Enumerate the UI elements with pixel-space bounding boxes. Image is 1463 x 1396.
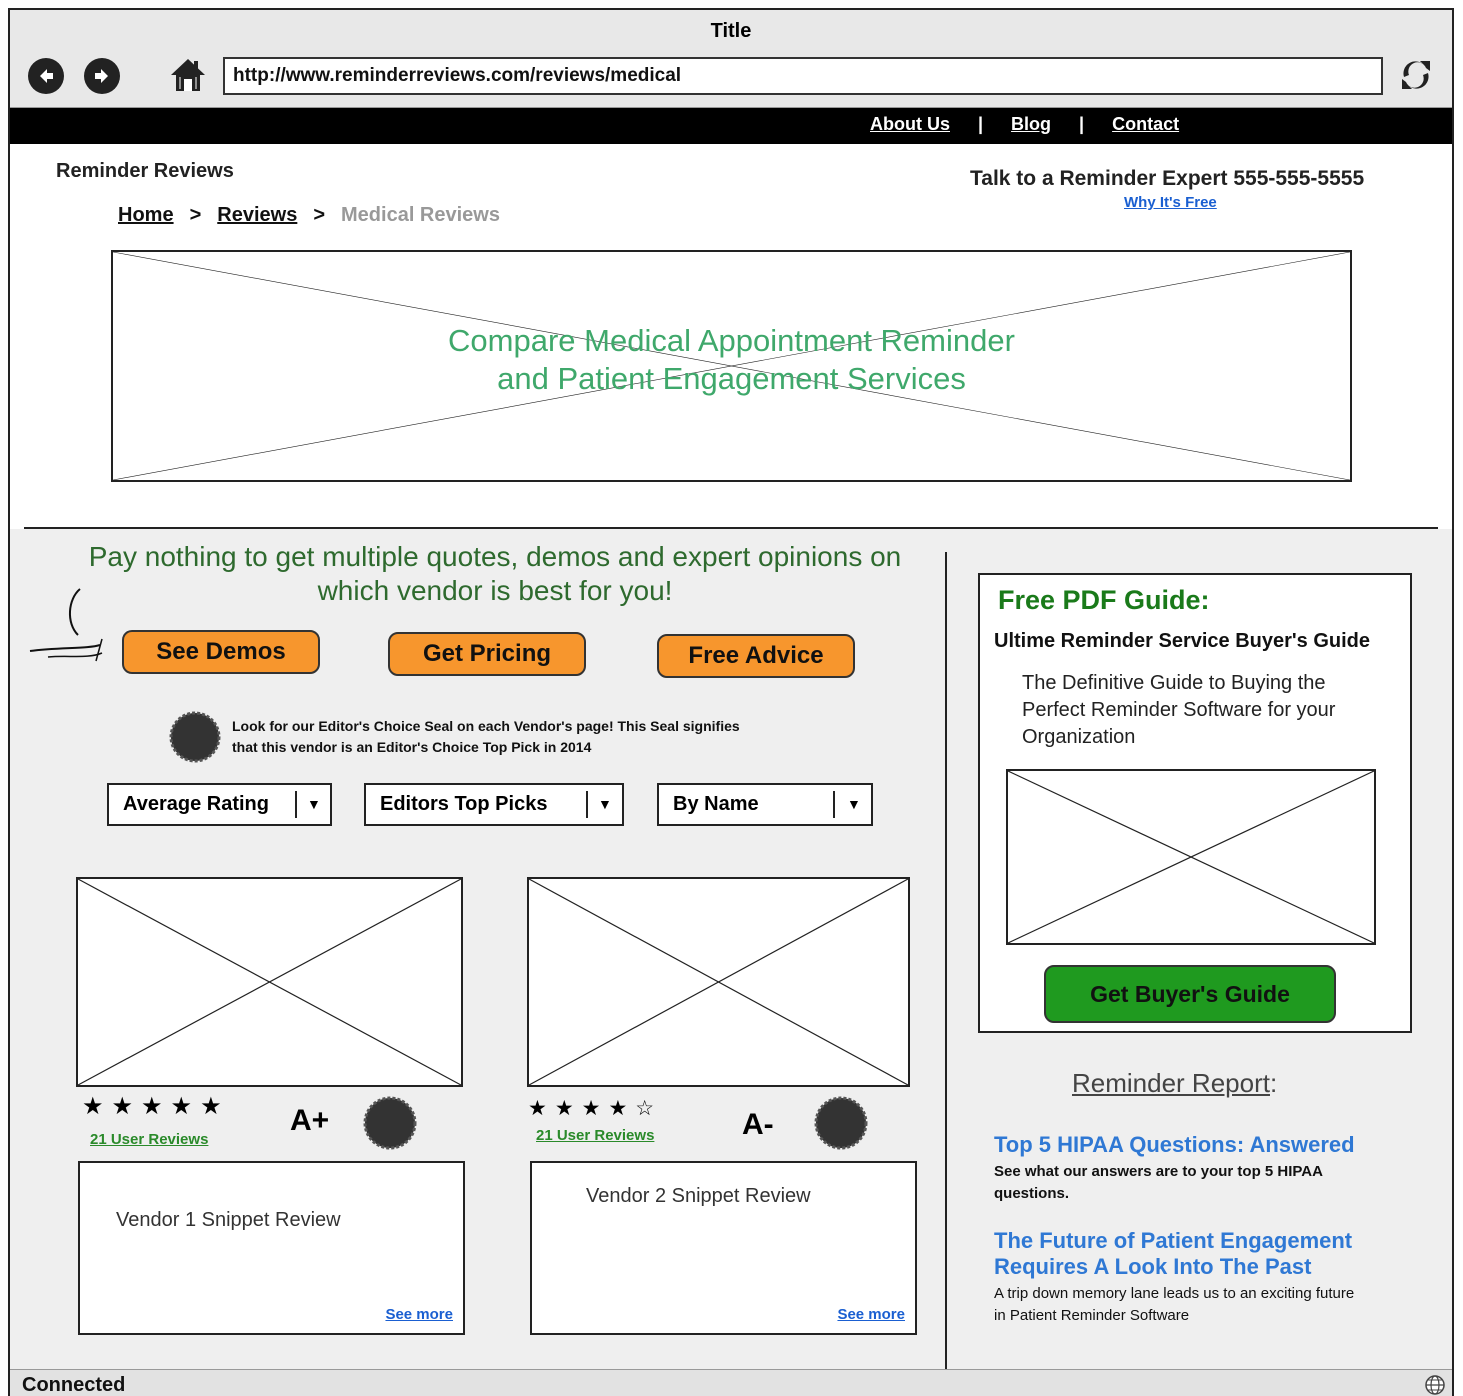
- dropdown-arrow-icon[interactable]: ▼: [307, 785, 321, 824]
- breadcrumb-reviews[interactable]: Reviews: [217, 204, 297, 227]
- select-divider: [295, 791, 297, 818]
- breadcrumb: Home > Reviews > Medical Reviews: [118, 204, 500, 227]
- vendor-1-grade: A+: [290, 1104, 330, 1137]
- image-placeholder-icon: [78, 879, 461, 1085]
- status-bar: Connected: [10, 1369, 1452, 1396]
- vendor-2-image[interactable]: [527, 877, 910, 1087]
- get-pricing-button[interactable]: Get Pricing: [388, 632, 586, 676]
- breadcrumb-separator: >: [313, 204, 326, 226]
- back-arrow-icon[interactable]: [28, 58, 64, 94]
- vendor-1-star-rating: ★★★★★: [82, 1093, 230, 1120]
- guide-description-line: Organization: [1022, 726, 1136, 748]
- select-divider: [586, 791, 588, 818]
- hero-heading: Compare Medical Appointment Reminder and…: [113, 322, 1350, 398]
- seal-note-line: that this vendor is an Editor's Choice T…: [232, 739, 592, 755]
- vendor-2-see-more-link[interactable]: See more: [837, 1306, 905, 1323]
- seal-icon: [169, 711, 221, 763]
- refresh-icon[interactable]: [1396, 55, 1436, 95]
- select-divider: [833, 791, 835, 818]
- see-demos-button[interactable]: See Demos: [122, 630, 320, 674]
- vendor-1-snippet: Vendor 1 Snippet Review See more: [78, 1161, 465, 1335]
- article-2-title-link[interactable]: The Future of Patient Engagement Require…: [994, 1228, 1352, 1280]
- expert-phone: Talk to a Reminder Expert 555-555-5555: [970, 167, 1365, 190]
- browser-window: Title http://www.reminderreviews.com/rev…: [8, 8, 1454, 1396]
- article-title-line[interactable]: The Future of Patient Engagement: [994, 1228, 1352, 1254]
- hero-banner: Compare Medical Appointment Reminder and…: [111, 250, 1352, 482]
- nav-link-blog[interactable]: Blog: [1011, 114, 1051, 135]
- report-heading-link[interactable]: Reminder Report: [1072, 1068, 1270, 1098]
- promo-line: which vendor is best for you!: [317, 575, 673, 606]
- report-heading: Reminder Report:: [1072, 1068, 1277, 1099]
- vendor-1-reviews-link[interactable]: 21 User Reviews: [90, 1131, 208, 1148]
- article-description-line: in Patient Reminder Software: [994, 1307, 1190, 1324]
- vendor-2-snippet: Vendor 2 Snippet Review See more: [530, 1161, 917, 1335]
- vendor-2-snippet-text: Vendor 2 Snippet Review: [586, 1185, 811, 1207]
- nav-link-contact[interactable]: Contact: [1112, 114, 1179, 135]
- nav-separator: |: [1079, 114, 1085, 134]
- why-free-link[interactable]: Why It's Free: [1124, 194, 1217, 211]
- guide-cover-image: [1006, 769, 1376, 945]
- browser-chrome: Title http://www.reminderreviews.com/rev…: [10, 10, 1452, 108]
- promo-heading: Pay nothing to get multiple quotes, demo…: [70, 540, 920, 608]
- column-divider: [945, 552, 947, 1370]
- article-1-description: See what our answers are to your top 5 H…: [994, 1161, 1323, 1205]
- guide-description: The Definitive Guide to Buying the Perfe…: [1022, 670, 1392, 751]
- report-heading-suffix: :: [1269, 1068, 1278, 1098]
- nav-link-about[interactable]: About Us: [870, 114, 950, 135]
- hero-heading-line: Compare Medical Appointment Reminder: [448, 323, 1015, 358]
- article-2-description: A trip down memory lane leads us to an e…: [994, 1283, 1354, 1327]
- select-value: Average Rating: [123, 793, 269, 815]
- home-icon[interactable]: [168, 55, 208, 95]
- article-description-line: A trip down memory lane leads us to an e…: [994, 1285, 1355, 1302]
- article-description-line: questions.: [994, 1185, 1070, 1202]
- promo-line: Pay nothing to get multiple quotes, demo…: [88, 541, 902, 572]
- seal-icon: [363, 1096, 417, 1150]
- article-title-line[interactable]: Requires A Look Into The Past: [994, 1254, 1352, 1280]
- globe-icon: [1425, 1375, 1445, 1395]
- hero-heading-line: and Patient Engagement Services: [497, 361, 966, 396]
- site-brand[interactable]: Reminder Reviews: [56, 160, 234, 183]
- guide-subtitle: Ultime Reminder Service Buyer's Guide: [994, 630, 1371, 652]
- vendor-2-reviews-link[interactable]: 21 User Reviews: [536, 1127, 654, 1144]
- vendor-2-grade: A-: [742, 1108, 774, 1141]
- swoosh-icon: [29, 588, 103, 662]
- vendor-2-star-rating: ★★★★☆: [528, 1097, 663, 1120]
- editors-choice-note: Look for our Editor's Choice Seal on eac…: [168, 710, 740, 764]
- top-nav-bar: About Us | Blog | Contact: [10, 108, 1452, 144]
- sort-average-rating-select[interactable]: Average Rating ▼: [107, 783, 332, 826]
- select-value: By Name: [673, 793, 759, 815]
- article-1-title-link[interactable]: Top 5 HIPAA Questions: Answered: [994, 1132, 1355, 1158]
- dropdown-arrow-icon[interactable]: ▼: [847, 785, 861, 824]
- seal-note-line: Look for our Editor's Choice Seal on eac…: [232, 718, 740, 734]
- seal-icon: [814, 1096, 868, 1150]
- vendor-1-image[interactable]: [76, 877, 463, 1087]
- guide-title: Free PDF Guide:: [998, 585, 1210, 615]
- address-bar[interactable]: http://www.reminderreviews.com/reviews/m…: [223, 57, 1383, 95]
- get-buyers-guide-button[interactable]: Get Buyer's Guide: [1044, 965, 1336, 1023]
- sort-by-name-select[interactable]: By Name ▼: [657, 783, 873, 826]
- vendor-1-snippet-text: Vendor 1 Snippet Review: [116, 1209, 341, 1231]
- free-advice-button[interactable]: Free Advice: [657, 634, 855, 678]
- sort-editors-top-picks-select[interactable]: Editors Top Picks ▼: [364, 783, 624, 826]
- pdf-guide-box: Free PDF Guide: Ultime Reminder Service …: [978, 573, 1412, 1033]
- breadcrumb-home[interactable]: Home: [118, 204, 174, 227]
- breadcrumb-current: Medical Reviews: [341, 204, 500, 226]
- status-text: Connected: [22, 1374, 126, 1396]
- select-value: Editors Top Picks: [380, 793, 548, 815]
- guide-description-line: Perfect Reminder Software for your: [1022, 699, 1336, 721]
- guide-description-line: The Definitive Guide to Buying the: [1022, 672, 1326, 694]
- breadcrumb-separator: >: [189, 204, 202, 226]
- vendor-1-see-more-link[interactable]: See more: [385, 1306, 453, 1323]
- nav-separator: |: [978, 114, 984, 134]
- image-placeholder-icon: [1008, 771, 1374, 943]
- window-title: Title: [710, 20, 752, 42]
- forward-arrow-icon[interactable]: [84, 58, 120, 94]
- dropdown-arrow-icon[interactable]: ▼: [598, 785, 612, 824]
- article-description-line: See what our answers are to your top 5 H…: [994, 1163, 1323, 1180]
- image-placeholder-icon: [529, 879, 908, 1085]
